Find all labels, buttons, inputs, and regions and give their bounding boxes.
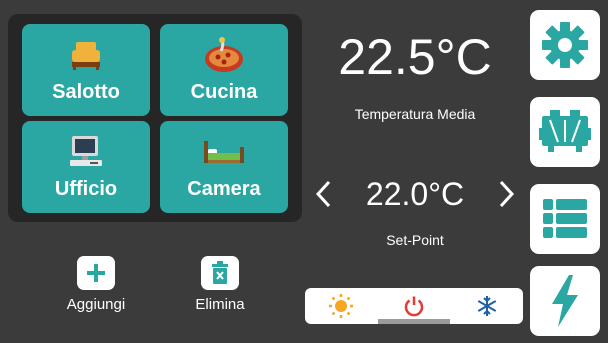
mode-heat-button[interactable]	[305, 288, 378, 324]
room-label: Salotto	[52, 81, 120, 103]
sofa-icon	[22, 34, 150, 76]
gear-icon	[542, 22, 588, 68]
room-tile-camera[interactable]: Camera	[160, 121, 288, 213]
increase-setpoint-button[interactable]	[494, 174, 520, 214]
room-label: Ufficio	[54, 178, 118, 200]
pizza-icon	[160, 34, 288, 76]
sun-icon	[329, 294, 354, 318]
chevron-left-icon	[315, 180, 331, 208]
mode-cool-button[interactable]	[450, 288, 523, 324]
average-temperature-caption: Temperatura Media	[354, 106, 476, 122]
decrease-setpoint-button[interactable]	[310, 174, 336, 214]
list-icon	[543, 199, 587, 238]
trash-icon	[201, 256, 239, 290]
room-label: Cucina	[190, 81, 258, 103]
snowflake-icon	[477, 296, 496, 316]
setpoint-control: 22.0°C	[310, 172, 520, 216]
mode-selector	[305, 288, 523, 324]
room-tile-cucina[interactable]: Cucina	[160, 24, 288, 116]
room-tile-ufficio[interactable]: Ufficio	[22, 121, 150, 213]
add-room-button[interactable]: Aggiungi	[56, 256, 136, 313]
bolt-icon	[552, 275, 578, 327]
average-temperature: 22.5°C	[338, 29, 492, 85]
list-button[interactable]	[530, 184, 600, 254]
app-root: Salotto Cucina Ufficio Camera Aggiungi E…	[0, 0, 608, 343]
unit-icon	[539, 110, 591, 152]
delete-room-button[interactable]: Elimina	[180, 256, 260, 313]
unit-button[interactable]	[530, 97, 600, 167]
setpoint-value: 22.0°C	[365, 175, 465, 212]
delete-room-label: Elimina	[195, 296, 245, 313]
bed-icon	[160, 131, 288, 173]
mode-off-button[interactable]	[377, 288, 451, 324]
settings-button[interactable]	[530, 10, 600, 80]
rooms-panel: Salotto Cucina Ufficio Camera	[8, 14, 302, 222]
power-icon	[404, 296, 424, 317]
energy-button[interactable]	[530, 266, 600, 336]
room-label: Camera	[187, 178, 261, 200]
plus-icon	[77, 256, 115, 290]
chevron-right-icon	[499, 180, 515, 208]
setpoint-caption: Set-Point	[386, 232, 444, 248]
add-room-label: Aggiungi	[66, 296, 126, 313]
room-tile-salotto[interactable]: Salotto	[22, 24, 150, 116]
computer-icon	[22, 131, 150, 173]
